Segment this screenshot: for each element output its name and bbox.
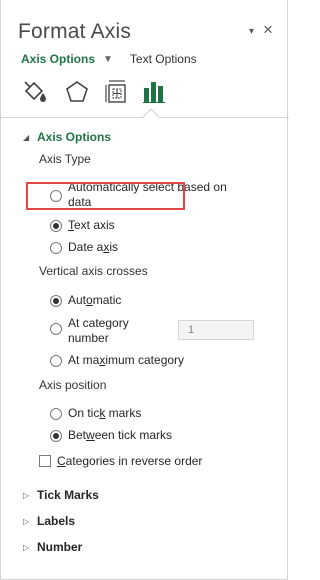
radio-button[interactable] xyxy=(50,430,62,442)
collapsed-triangle-icon: ▷ xyxy=(23,490,30,500)
section-axis-options[interactable]: ◢ Axis Options xyxy=(23,130,111,144)
radio-button[interactable] xyxy=(50,323,62,335)
radio-on-tick-marks[interactable]: On tick marks xyxy=(50,406,141,421)
section-tick-marks[interactable]: ▷ Tick Marks xyxy=(23,488,99,502)
radio-between-tick-marks[interactable]: Between tick marks xyxy=(50,428,172,443)
radio-button[interactable] xyxy=(50,220,62,232)
section-number[interactable]: ▷ Number xyxy=(23,540,82,554)
effects-icon[interactable] xyxy=(63,78,91,106)
pane-title: Format Axis xyxy=(18,20,132,43)
radio-button[interactable] xyxy=(50,242,62,254)
radio-button[interactable] xyxy=(50,295,62,307)
text-axis-highlight-box xyxy=(26,182,185,210)
radio-automatic[interactable]: Automatic xyxy=(50,293,121,308)
collapsed-triangle-icon: ▷ xyxy=(23,516,30,526)
format-axis-pane: Format Axis ▾ × Axis Options ▼ Text Opti… xyxy=(0,0,289,580)
pane-options-dropdown-icon[interactable]: ▾ xyxy=(249,26,254,37)
radio-date-axis[interactable]: Date axis xyxy=(50,240,118,255)
fill-line-icon[interactable] xyxy=(21,78,49,106)
tab-text-options[interactable]: Text Options xyxy=(130,52,197,66)
radio-at-category-number[interactable]: At category number xyxy=(50,316,129,346)
expanded-triangle-icon: ◢ xyxy=(23,132,30,142)
category-number-input[interactable]: 1 xyxy=(178,320,254,340)
tab-axis-options[interactable]: Axis Options xyxy=(21,52,95,66)
chevron-down-icon[interactable]: ▼ xyxy=(103,54,113,65)
axis-position-label: Axis position xyxy=(39,378,107,392)
collapsed-triangle-icon: ▷ xyxy=(23,542,30,552)
radio-at-maximum-category[interactable]: At maximum category xyxy=(50,353,184,368)
radio-text-axis[interactable]: Text axis xyxy=(50,218,115,233)
vertical-axis-crosses-label: Vertical axis crosses xyxy=(39,264,148,278)
size-properties-icon[interactable] xyxy=(103,78,131,106)
section-labels[interactable]: ▷ Labels xyxy=(23,514,75,528)
radio-button[interactable] xyxy=(50,408,62,420)
axis-options-icon[interactable] xyxy=(141,78,169,106)
radio-button[interactable] xyxy=(50,355,62,367)
selected-tab-pointer xyxy=(142,108,160,126)
options-tabs: Axis Options ▼ Text Options xyxy=(21,52,197,66)
axis-type-label: Axis Type xyxy=(39,152,91,166)
reverse-order-checkbox[interactable] xyxy=(39,455,51,467)
close-icon[interactable]: × xyxy=(263,20,273,40)
categories-reverse-checkbox-row[interactable]: Categories in reverse order xyxy=(39,454,202,468)
